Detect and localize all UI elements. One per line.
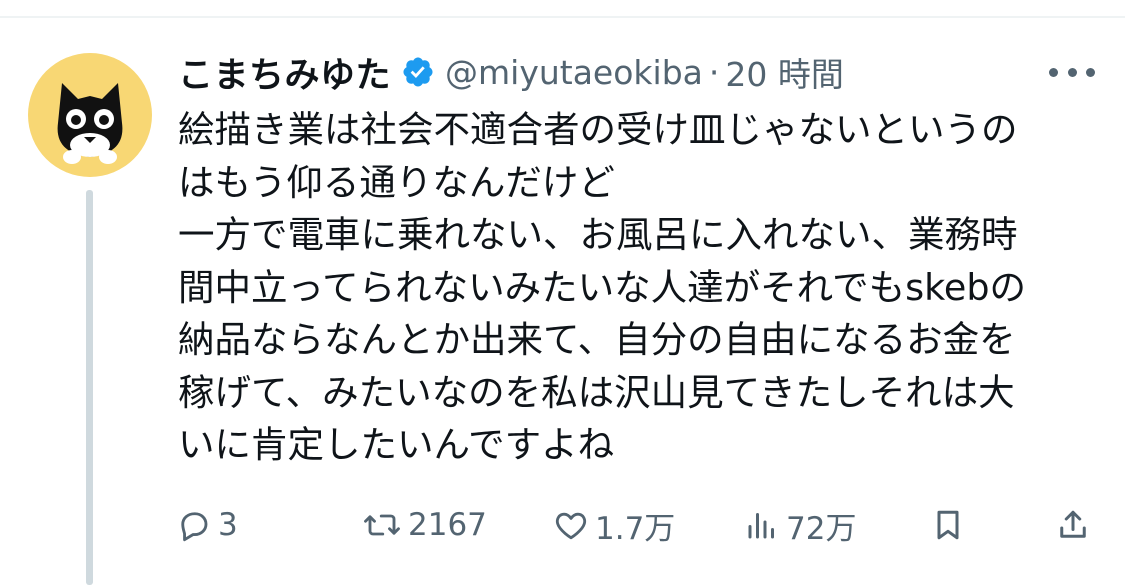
tweet-text-line: 納品ならなんとか出来て、自分の自由になるお金を bbox=[178, 318, 1016, 361]
retweet-button[interactable]: 2167 bbox=[362, 500, 487, 550]
avatar[interactable] bbox=[28, 53, 152, 177]
tweet-text-line: 絵描き業は社会不適合者の受け皿じゃないというの bbox=[178, 108, 1018, 151]
bookmark-button[interactable] bbox=[930, 500, 966, 550]
user-handle[interactable]: @miyutaeokiba bbox=[445, 53, 703, 92]
views-count: 72万 bbox=[786, 510, 857, 547]
separator-dot: · bbox=[708, 52, 720, 92]
retweet-icon bbox=[364, 514, 400, 536]
timestamp[interactable]: 20 時間 bbox=[725, 48, 843, 96]
reply-button[interactable]: 3 bbox=[176, 500, 238, 550]
more-dot bbox=[1086, 67, 1095, 77]
more-dot bbox=[1067, 67, 1077, 77]
tweet-text-line: 稼げて、みたいなのを私は沢山見てきたしそれは大 bbox=[178, 370, 1015, 414]
views-button[interactable]: 72万 bbox=[744, 500, 856, 550]
share-button[interactable] bbox=[1055, 500, 1091, 550]
share-icon bbox=[1060, 510, 1086, 538]
reply-count: 3 bbox=[218, 507, 238, 543]
black-cat-avatar-icon bbox=[57, 83, 123, 164]
tweet-text-line: 間中立ってられないみたいな人達がそれでもskebの bbox=[178, 265, 1027, 309]
like-button[interactable]: 1.7万 bbox=[553, 500, 675, 550]
bookmark-icon bbox=[937, 510, 959, 540]
action-bar: 3 2167 1.7万 72万 bbox=[0, 500, 1125, 550]
top-divider bbox=[0, 16, 1125, 18]
more-options-icon[interactable] bbox=[1049, 60, 1095, 84]
tweet-text-line: 一方で電車に乗れない、お風呂に入れない、業務時 bbox=[178, 213, 1018, 256]
reply-icon bbox=[181, 512, 208, 542]
tweet-text: 絵描き業は社会不適合者の受け皿じゃないというの はもう仰る通りなんだけど 一方で… bbox=[178, 104, 1108, 472]
tweet-text-line: はもう仰る通りなんだけど bbox=[178, 160, 615, 204]
tweet-text-line: いに肯定したいんですよね bbox=[178, 423, 615, 466]
like-count: 1.7万 bbox=[595, 510, 676, 547]
views-chart-icon bbox=[748, 513, 774, 539]
tweet-header: こまちみゆた @miyutaeokiba · 20 時間 bbox=[178, 46, 844, 98]
display-name[interactable]: こまちみゆた bbox=[178, 47, 391, 98]
heart-icon bbox=[555, 512, 587, 540]
more-dot bbox=[1049, 67, 1058, 77]
retweet-count: 2167 bbox=[408, 507, 487, 543]
verified-badge-icon bbox=[403, 57, 433, 87]
